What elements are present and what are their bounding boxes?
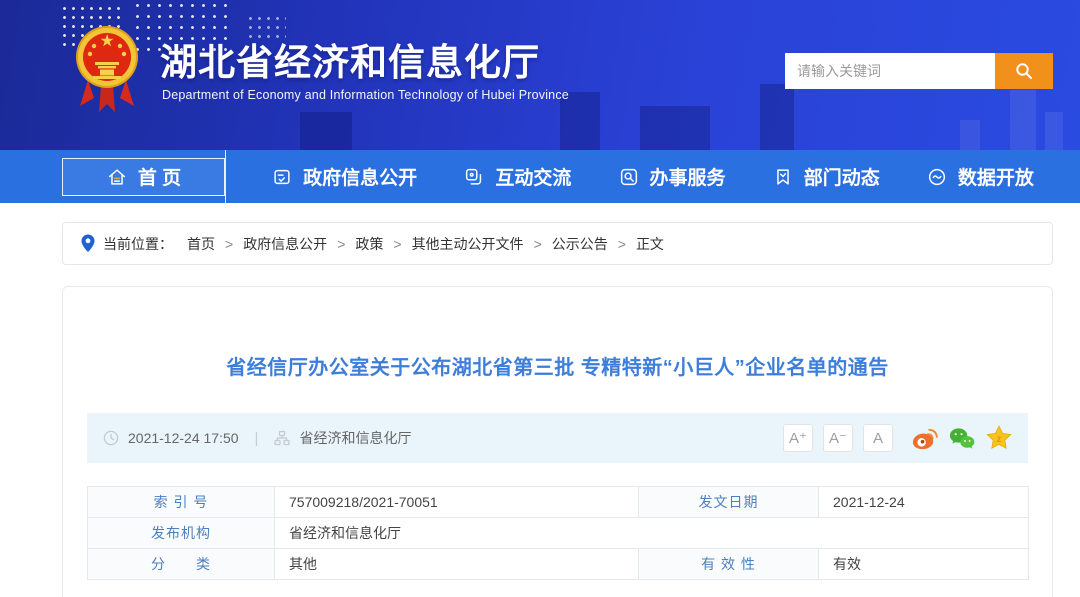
breadcrumb-separator: > <box>337 236 345 252</box>
skyline-silhouette <box>960 120 980 150</box>
location-pin-icon <box>81 234 95 253</box>
validity-value: 有效 <box>819 549 1029 580</box>
nav-item-services[interactable]: 办事服务 <box>618 163 726 190</box>
publishing-org-label: 发布机构 <box>88 518 275 549</box>
nav-item-home[interactable]: 首 页 <box>62 158 225 196</box>
nav-item-gov-info[interactable]: 政府信息公开 <box>271 163 417 190</box>
breadcrumb-separator: > <box>534 236 542 252</box>
nav-item-department-news[interactable]: 部门动态 <box>772 163 880 190</box>
data-wave-icon <box>926 166 948 188</box>
publish-source: 省经济和信息化厅 <box>299 428 411 448</box>
clock-icon <box>103 430 119 446</box>
breadcrumb-current: 正文 <box>636 234 664 254</box>
svg-text:z: z <box>996 434 1001 445</box>
skyline-silhouette <box>760 84 794 150</box>
publishing-org-value: 省经济和信息化厅 <box>275 518 1029 549</box>
skyline-silhouette <box>640 106 710 150</box>
national-emblem-logo <box>74 24 140 123</box>
font-increase-button[interactable]: A⁺ <box>783 424 813 452</box>
article-panel: 省经信厅办公室关于公布湖北省第三批 专精特新“小巨人”企业名单的通告 2021-… <box>62 286 1053 597</box>
bulletin-icon <box>772 166 794 188</box>
nav-label: 办事服务 <box>650 163 726 190</box>
site-header: 湖北省经济和信息化厅 Department of Economy and Inf… <box>0 0 1080 150</box>
breadcrumb-notices[interactable]: 公示公告 <box>552 234 608 254</box>
category-label: 分 类 <box>88 549 275 580</box>
meta-divider: | <box>255 430 259 447</box>
qzone-icon[interactable]: z <box>985 425 1012 452</box>
issue-date-value: 2021-12-24 <box>819 487 1029 518</box>
table-row: 索 引 号 757009218/2021-70051 发文日期 2021-12-… <box>88 487 1029 518</box>
publish-datetime: 2021-12-24 17:50 <box>128 430 239 446</box>
nav-item-interaction[interactable]: 互动交流 <box>463 163 571 190</box>
nav-label: 政府信息公开 <box>303 163 417 190</box>
breadcrumb-separator: > <box>393 236 401 252</box>
site-title: 湖北省经济和信息化厅 <box>160 32 540 86</box>
interact-icon <box>463 166 485 188</box>
main-nav: 首 页 政府信息公开 互动交流 <box>0 150 1080 203</box>
nav-label: 首 页 <box>138 163 181 190</box>
breadcrumb-gov-info[interactable]: 政府信息公开 <box>243 234 327 254</box>
search-input[interactable] <box>785 53 995 89</box>
weibo-icon[interactable] <box>911 425 938 452</box>
service-search-icon <box>618 166 640 188</box>
index-number-value: 757009218/2021-70051 <box>275 487 639 518</box>
search-icon <box>1014 61 1034 81</box>
table-row: 发布机构 省经济和信息化厅 <box>88 518 1029 549</box>
issue-date-label: 发文日期 <box>639 487 819 518</box>
breadcrumb-separator: > <box>225 236 233 252</box>
nav-label: 部门动态 <box>804 163 880 190</box>
breadcrumb-other-docs[interactable]: 其他主动公开文件 <box>412 234 524 254</box>
table-row: 分 类 其他 有 效 性 有效 <box>88 549 1029 580</box>
info-doc-icon <box>271 166 293 188</box>
skyline-silhouette <box>1045 112 1063 150</box>
breadcrumb: 当前位置： 首页 > 政府信息公开 > 政策 > 其他主动公开文件 > 公示公告… <box>62 222 1053 265</box>
search-button[interactable] <box>995 53 1053 89</box>
nav-label: 互动交流 <box>495 163 571 190</box>
category-value: 其他 <box>275 549 639 580</box>
article-title: 省经信厅办公室关于公布湖北省第三批 专精特新“小巨人”企业名单的通告 <box>63 351 1052 380</box>
nav-label: 数据开放 <box>958 163 1034 190</box>
breadcrumb-policy[interactable]: 政策 <box>355 234 383 254</box>
breadcrumb-separator: > <box>618 236 626 252</box>
font-reset-button[interactable]: A <box>863 424 893 452</box>
document-info-table: 索 引 号 757009218/2021-70051 发文日期 2021-12-… <box>87 486 1029 580</box>
font-decrease-button[interactable]: A⁻ <box>823 424 853 452</box>
skyline-silhouette <box>300 112 352 150</box>
site-subtitle: Department of Economy and Information Te… <box>162 88 569 102</box>
site-search <box>785 53 1053 89</box>
home-icon <box>106 166 128 188</box>
nav-item-open-data[interactable]: 数据开放 <box>926 163 1034 190</box>
breadcrumb-home[interactable]: 首页 <box>187 234 215 254</box>
index-number-label: 索 引 号 <box>88 487 275 518</box>
nav-divider <box>225 150 226 203</box>
organization-icon <box>274 430 290 446</box>
skyline-silhouette <box>1010 90 1036 150</box>
validity-label: 有 效 性 <box>639 549 819 580</box>
breadcrumb-label: 当前位置： <box>103 234 173 254</box>
wechat-icon[interactable] <box>948 425 975 452</box>
article-meta-bar: 2021-12-24 17:50 | 省经济和信息化厅 A⁺ A⁻ A <box>87 413 1028 463</box>
